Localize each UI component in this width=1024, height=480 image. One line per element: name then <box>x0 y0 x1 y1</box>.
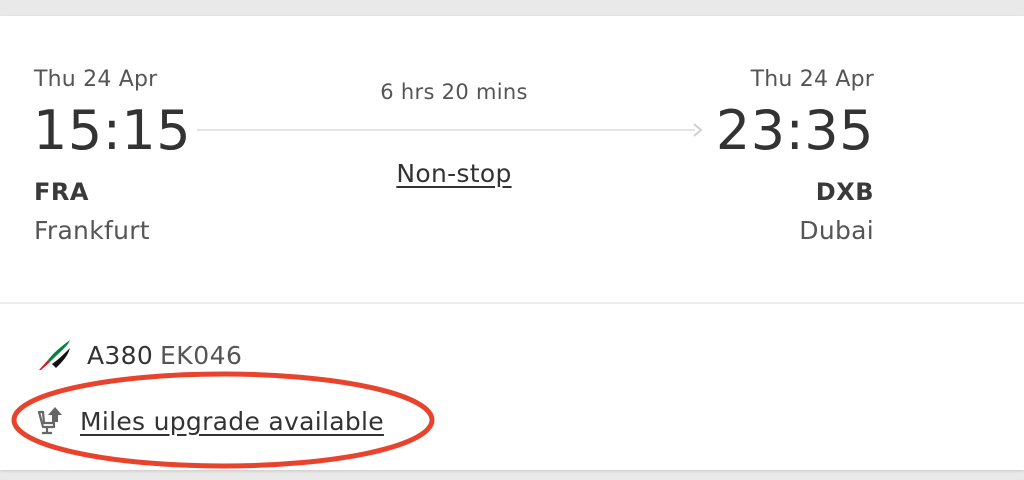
seat-upgrade-icon <box>37 407 62 435</box>
departure-time: 15:15 <box>33 99 192 162</box>
section-divider <box>0 302 1024 304</box>
arrival-date: Thu 24 Apr <box>750 67 874 92</box>
departure-airport-code: FRA <box>34 178 89 206</box>
arrow-right-icon <box>693 123 703 137</box>
arrival-city: Dubai <box>799 216 874 245</box>
departure-date: Thu 24 Apr <box>34 67 158 92</box>
flight-card: Thu 24 Apr 15:15 FRA Frankfurt 6 hrs 20 … <box>0 16 1024 470</box>
arrival-time: 23:35 <box>715 99 874 162</box>
route-line <box>197 129 695 131</box>
stops-link[interactable]: Non-stop <box>396 159 511 188</box>
aircraft-type: A380 <box>87 341 154 370</box>
flight-duration: 6 hrs 20 mins <box>380 80 528 104</box>
airline-flag-logo-icon <box>39 340 71 370</box>
flight-number: EK046 <box>160 341 243 370</box>
miles-upgrade-link[interactable]: Miles upgrade available <box>80 407 384 436</box>
arrival-airport-code: DXB <box>815 178 874 206</box>
departure-city: Frankfurt <box>34 216 150 245</box>
